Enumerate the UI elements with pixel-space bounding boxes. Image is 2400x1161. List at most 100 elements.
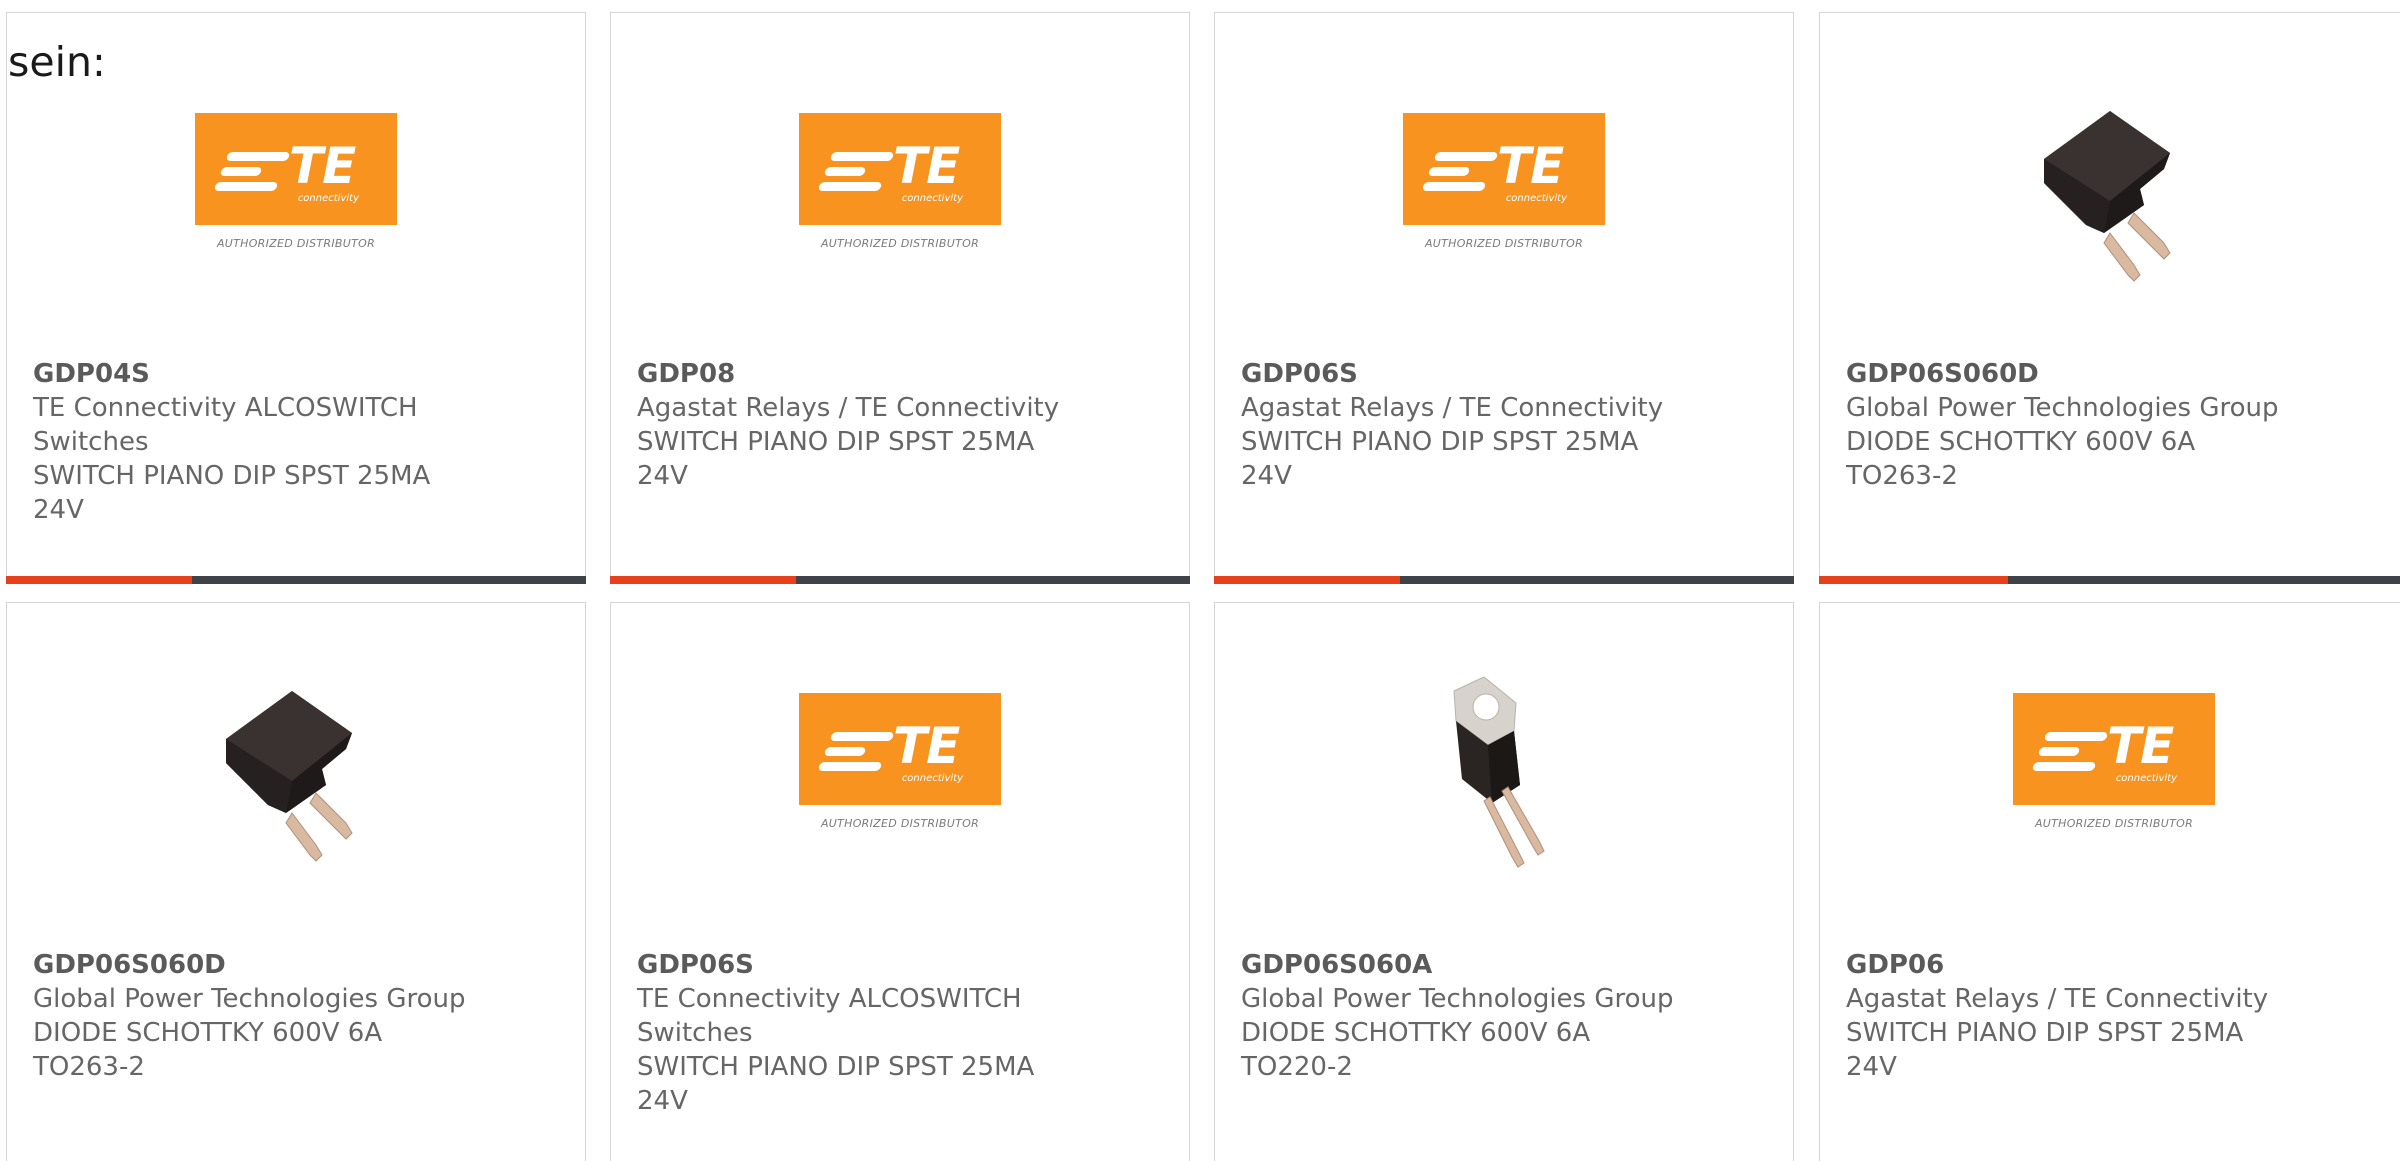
intro-text: sein: — [8, 38, 106, 86]
product-info: GDP06S Agastat Relays / TE Connectivity S… — [1241, 357, 1681, 493]
te-logo-image: TE connectivity AUTHORIZED DISTRIBUTOR — [195, 113, 397, 303]
product-description-line: Global Power Technologies Group — [1846, 393, 2279, 423]
product-description-line: TE Connectivity ALCOSWITCH — [637, 984, 1022, 1014]
product-description-line: TE Connectivity ALCOSWITCH — [33, 393, 418, 423]
te-logo-box: TE connectivity — [1403, 113, 1605, 225]
te-logo-image: TE connectivity AUTHORIZED DISTRIBUTOR — [2013, 693, 2215, 883]
te-logo-letters: TE — [289, 137, 356, 195]
to220-package-icon — [1404, 673, 1604, 873]
product-description-line: DIODE SCHOTTKY 600V 6A — [1846, 427, 2196, 457]
product-description-line: DIODE SCHOTTKY 600V 6A — [33, 1018, 383, 1048]
product-image-container[interactable] — [1820, 93, 2400, 303]
product-image-container[interactable]: TE connectivity AUTHORIZED DISTRIBUTOR — [611, 673, 1189, 883]
te-logo-bars-icon — [2031, 732, 2109, 777]
product-description-line: Global Power Technologies Group — [33, 984, 466, 1014]
product-description-line: 24V — [1846, 1052, 1897, 1082]
product-card[interactable]: TE connectivity AUTHORIZED DISTRIBUTOR G… — [1214, 12, 1794, 584]
te-logo-bars-icon — [817, 152, 895, 197]
te-logo-letters: TE — [1497, 137, 1564, 195]
product-description-line: DIODE SCHOTTKY 600V 6A — [1241, 1018, 1591, 1048]
product-description-line: Agastat Relays / TE Connectivity — [637, 393, 1060, 423]
card-progress-bar — [1819, 576, 2400, 584]
te-logo-letters: TE — [893, 137, 960, 195]
part-number-link[interactable]: GDP06S060D — [33, 948, 473, 982]
product-card[interactable]: TE connectivity AUTHORIZED DISTRIBUTOR G… — [610, 12, 1190, 584]
card-progress-bar — [6, 576, 586, 584]
te-logo-box: TE connectivity — [799, 693, 1001, 805]
te-logo-subtitle: connectivity — [2115, 773, 2177, 784]
card-progress-bar — [1214, 576, 1794, 584]
card-progress-fill — [1819, 576, 2008, 584]
product-info: GDP06S TE Connectivity ALCOSWITCH Switche… — [637, 948, 1077, 1118]
part-number-link[interactable]: GDP06S060A — [1241, 948, 1681, 982]
to220-package-image — [1404, 673, 1604, 883]
te-logo-image: TE connectivity AUTHORIZED DISTRIBUTOR — [1403, 113, 1605, 303]
product-image-container[interactable]: TE connectivity AUTHORIZED DISTRIBUTOR — [1820, 673, 2400, 883]
product-card[interactable]: TE connectivity AUTHORIZED DISTRIBUTOR G… — [610, 602, 1190, 1161]
te-logo-tagline: AUTHORIZED DISTRIBUTOR — [216, 237, 376, 250]
product-image-container[interactable]: TE connectivity AUTHORIZED DISTRIBUTOR — [7, 93, 585, 303]
product-image-container[interactable]: TE connectivity AUTHORIZED DISTRIBUTOR — [1215, 93, 1793, 303]
product-info: GDP06 Agastat Relays / TE Connectivity SW… — [1846, 948, 2316, 1084]
page: sein: TE connectivity AUTHORIZED DISTRIB… — [0, 0, 2400, 1161]
product-description-line: 24V — [637, 1086, 688, 1116]
card-progress-fill — [610, 576, 796, 584]
card-progress-fill — [1214, 576, 1400, 584]
product-description-line: Agastat Relays / TE Connectivity — [1846, 984, 2269, 1014]
product-description-line: SWITCH PIANO DIP SPST 25MA — [637, 1052, 1035, 1082]
te-logo-image: TE connectivity AUTHORIZED DISTRIBUTOR — [799, 693, 1001, 883]
te-logo-bars-icon — [817, 732, 895, 777]
te-logo-tagline: AUTHORIZED DISTRIBUTOR — [820, 817, 980, 830]
te-logo-letters: TE — [893, 717, 960, 775]
to263-package-icon — [2014, 93, 2214, 293]
te-logo-bars-icon — [213, 152, 291, 197]
te-logo-letters: TE — [2107, 717, 2174, 775]
part-number-link[interactable]: GDP06S060D — [1846, 357, 2316, 391]
product-description-line: 24V — [637, 461, 688, 491]
product-card[interactable]: TE connectivity AUTHORIZED DISTRIBUTOR G… — [6, 12, 586, 584]
product-description-line: SWITCH PIANO DIP SPST 25MA — [637, 427, 1035, 457]
te-logo-image: TE connectivity AUTHORIZED DISTRIBUTOR — [799, 113, 1001, 303]
to263-package-image — [2014, 93, 2214, 303]
product-description-line: 24V — [33, 495, 84, 525]
product-info: GDP06S060A Global Power Technologies Gro… — [1241, 948, 1681, 1084]
te-logo-subtitle: connectivity — [901, 773, 963, 784]
te-logo-tagline: AUTHORIZED DISTRIBUTOR — [820, 237, 980, 250]
product-card[interactable]: GDP06S060D Global Power Technologies Gro… — [1819, 12, 2400, 584]
part-number-link[interactable]: GDP06S — [1241, 357, 1681, 391]
product-info: GDP08 Agastat Relays / TE Connectivity SW… — [637, 357, 1077, 493]
to263-package-image — [196, 673, 396, 883]
product-description-line: TO263-2 — [1846, 461, 1958, 491]
product-card[interactable]: GDP06S060D Global Power Technologies Gro… — [6, 602, 586, 1161]
product-description-line: SWITCH PIANO DIP SPST 25MA — [33, 461, 431, 491]
card-progress-fill — [6, 576, 192, 584]
product-info: GDP06S060D Global Power Technologies Gro… — [33, 948, 473, 1084]
part-number-link[interactable]: GDP04S — [33, 357, 473, 391]
te-logo-subtitle: connectivity — [297, 193, 359, 204]
card-progress-bar — [610, 576, 1190, 584]
product-card[interactable]: TE connectivity AUTHORIZED DISTRIBUTOR G… — [1819, 602, 2400, 1161]
product-info: GDP04S TE Connectivity ALCOSWITCH Switche… — [33, 357, 473, 527]
product-description-line: Agastat Relays / TE Connectivity — [1241, 393, 1664, 423]
te-logo-tagline: AUTHORIZED DISTRIBUTOR — [2034, 817, 2194, 830]
product-image-container[interactable] — [1215, 673, 1793, 883]
part-number-link[interactable]: GDP06S — [637, 948, 1077, 982]
product-description-line: 24V — [1241, 461, 1292, 491]
product-description-line: TO220-2 — [1241, 1052, 1353, 1082]
part-number-link[interactable]: GDP06 — [1846, 948, 2316, 982]
product-description-line: Switches — [637, 1018, 753, 1048]
te-logo-box: TE connectivity — [2013, 693, 2215, 805]
product-grid: TE connectivity AUTHORIZED DISTRIBUTOR G… — [6, 12, 2400, 1161]
product-description-line: SWITCH PIANO DIP SPST 25MA — [1846, 1018, 2244, 1048]
product-description-line: Global Power Technologies Group — [1241, 984, 1674, 1014]
product-card[interactable]: GDP06S060A Global Power Technologies Gro… — [1214, 602, 1794, 1161]
product-image-container[interactable] — [7, 673, 585, 883]
te-logo-subtitle: connectivity — [901, 193, 963, 204]
product-image-container[interactable]: TE connectivity AUTHORIZED DISTRIBUTOR — [611, 93, 1189, 303]
part-number-link[interactable]: GDP08 — [637, 357, 1077, 391]
product-description-line: TO263-2 — [33, 1052, 145, 1082]
te-logo-subtitle: connectivity — [1505, 193, 1567, 204]
te-logo-bars-icon — [1421, 152, 1499, 197]
te-logo-box: TE connectivity — [195, 113, 397, 225]
te-logo-tagline: AUTHORIZED DISTRIBUTOR — [1424, 237, 1584, 250]
